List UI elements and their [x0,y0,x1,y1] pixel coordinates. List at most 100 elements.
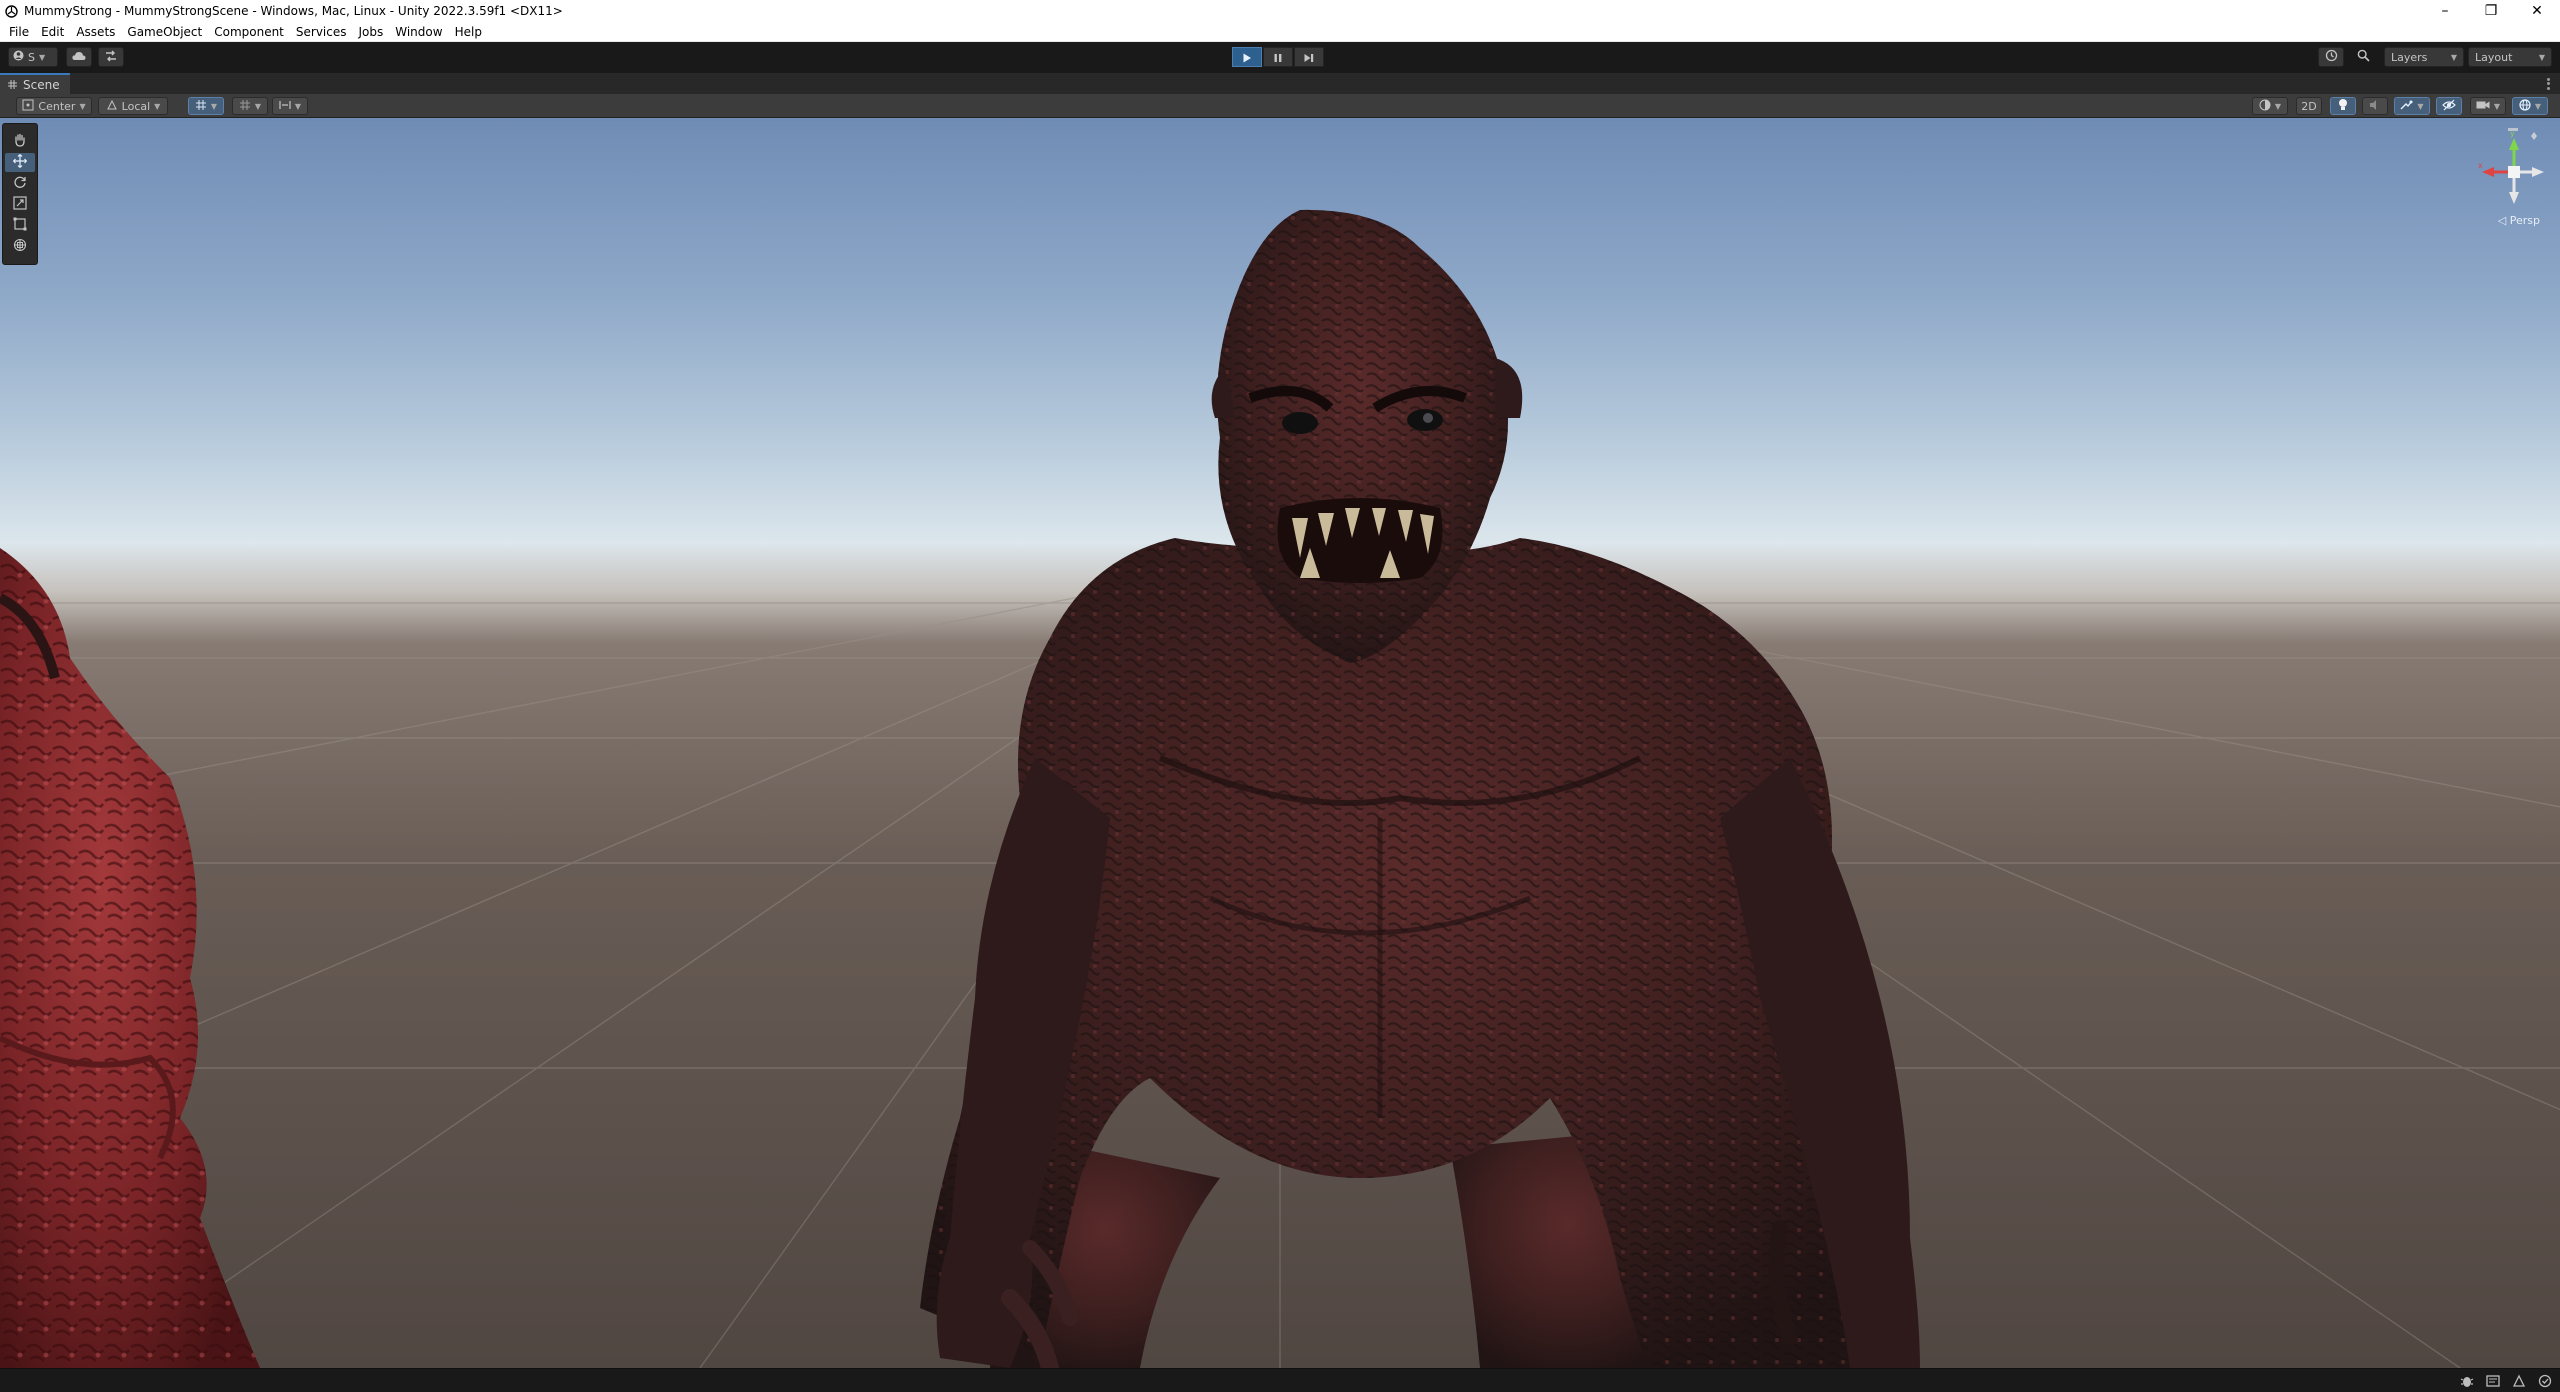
pivot-rotation-dropdown[interactable]: Local ▼ [98,97,168,115]
menu-component[interactable]: Component [208,25,290,39]
search-button[interactable] [2350,47,2376,67]
chevron-down-icon: ▼ [294,101,302,111]
layout-label: Layout [2475,50,2513,64]
chevron-down-icon: ▼ [154,101,161,111]
camera-settings-dropdown[interactable]: ▼ [2470,97,2506,115]
draw-mode-dropdown[interactable]: ▼ [2252,97,2288,115]
play-controls [1232,47,1324,67]
layers-label: Layers [2391,50,2428,64]
scene-visibility-toggle[interactable] [2436,97,2462,115]
chevron-down-icon: ▼ [79,101,86,111]
chevron-down-icon: ▼ [38,52,46,62]
menu-file[interactable]: File [3,25,35,39]
snap-increment-icon [279,99,291,114]
scale-tool-button[interactable] [5,195,35,214]
hand-tool-button[interactable] [5,132,35,151]
version-control-button[interactable] [98,47,124,67]
gizmo-sphere-icon [2519,98,2531,114]
status-icons [2458,1372,2554,1390]
pivot-center-icon [22,99,34,114]
pivot-rotation-label: Local [121,99,151,113]
window-title-bar: MummyStrong - MummyStrongScene - Windows… [0,0,2560,22]
svg-text:x: x [2478,161,2483,170]
hand-icon [13,132,27,151]
play-icon [1242,48,1252,67]
menu-edit[interactable]: Edit [35,25,70,39]
scene-view-toolbar: Center ▼ Local ▼ ▼ ▼ ▼ ▼ 2D ▼ ▼ ▼ [0,94,2560,118]
layers-dropdown[interactable]: Layers ▼ [2384,47,2464,67]
increment-snap-dropdown[interactable]: ▼ [272,97,308,115]
search-icon [2357,49,2370,65]
menu-services[interactable]: Services [290,25,353,39]
debug-mode-icon[interactable] [2510,1372,2528,1390]
local-rotation-icon [106,99,118,114]
gizmos-dropdown[interactable]: ▼ [2512,97,2548,115]
grid-snap-icon [195,99,207,114]
chevron-down-icon: ▼ [254,101,262,111]
scene-viewport[interactable]: x y ◁ Persp [0,118,2560,1368]
chevron-down-icon: ▼ [2534,101,2542,111]
rotate-icon [13,174,27,193]
lighting-toggle[interactable] [2330,97,2356,115]
effects-dropdown[interactable]: ▼ [2394,97,2430,115]
shaded-sphere-icon [2259,99,2271,114]
bug-report-icon[interactable] [2458,1372,2476,1390]
grid-icon [239,99,251,114]
account-label: S [28,50,35,64]
unity-logo-icon [4,4,18,18]
eye-slash-icon [2442,99,2456,114]
chevron-down-icon: ▼ [2450,52,2457,62]
chevron-down-icon: ▼ [210,101,218,111]
chevron-down-icon: ▼ [2417,101,2424,111]
pivot-mode-dropdown[interactable]: Center ▼ [16,97,92,115]
layout-dropdown[interactable]: Layout ▼ [2468,47,2552,67]
camera-icon [2476,100,2490,113]
tab-bar: Scene [0,72,2560,94]
restore-button[interactable]: ❐ [2468,0,2514,22]
menu-bar: File Edit Assets GameObject Component Se… [0,22,2560,42]
projection-label[interactable]: ◁ Persp [2498,214,2540,227]
close-button[interactable]: ✕ [2514,0,2560,22]
pivot-mode-label: Center [38,99,76,113]
tab-scene[interactable]: Scene [0,73,70,94]
grid-snapping-toggle[interactable]: ▼ [188,97,224,115]
play-button[interactable] [1232,47,1262,67]
step-icon [1304,48,1314,67]
pause-button[interactable] [1263,47,1293,67]
audio-toggle[interactable] [2362,97,2388,115]
menu-assets[interactable]: Assets [70,25,121,39]
scene-render [0,209,2560,1368]
transform-icon [13,237,27,256]
account-dropdown[interactable]: S ▼ [8,47,58,67]
svg-text:y: y [2510,129,2515,138]
history-icon [2325,49,2338,65]
cloud-icon [72,51,86,64]
rotate-tool-button[interactable] [5,174,35,193]
chevron-down-icon: ▼ [2493,101,2501,111]
rect-tool-button[interactable] [5,216,35,235]
chevron-down-icon: ▼ [2538,52,2545,62]
code-coverage-icon[interactable] [2484,1372,2502,1390]
hash-icon [8,78,17,92]
scale-icon [13,195,27,214]
cloud-services-button[interactable] [66,47,92,67]
main-toolbar: S ▼ Layers ▼ Layout ▼ [0,42,2560,72]
window-controls: – ❐ ✕ [2422,0,2560,22]
more-options-icon[interactable] [2542,77,2554,91]
transform-tool-button[interactable] [5,237,35,256]
chevron-down-icon: ▼ [2274,101,2282,111]
menu-jobs[interactable]: Jobs [353,25,390,39]
move-arrows-icon [13,153,27,172]
grid-visibility-dropdown[interactable]: ▼ [232,97,268,115]
toggle-2d-button[interactable]: 2D [2296,97,2322,115]
move-tool-button[interactable] [5,153,35,172]
menu-gameobject[interactable]: GameObject [121,25,208,39]
progress-spinner-icon[interactable] [2536,1372,2554,1390]
minimize-button[interactable]: – [2422,0,2468,22]
menu-window[interactable]: Window [389,25,448,39]
menu-help[interactable]: Help [449,25,488,39]
step-button[interactable] [1294,47,1324,67]
transform-tools-palette [2,123,38,265]
mode-2d-label: 2D [2301,99,2317,113]
undo-history-button[interactable] [2318,47,2344,67]
